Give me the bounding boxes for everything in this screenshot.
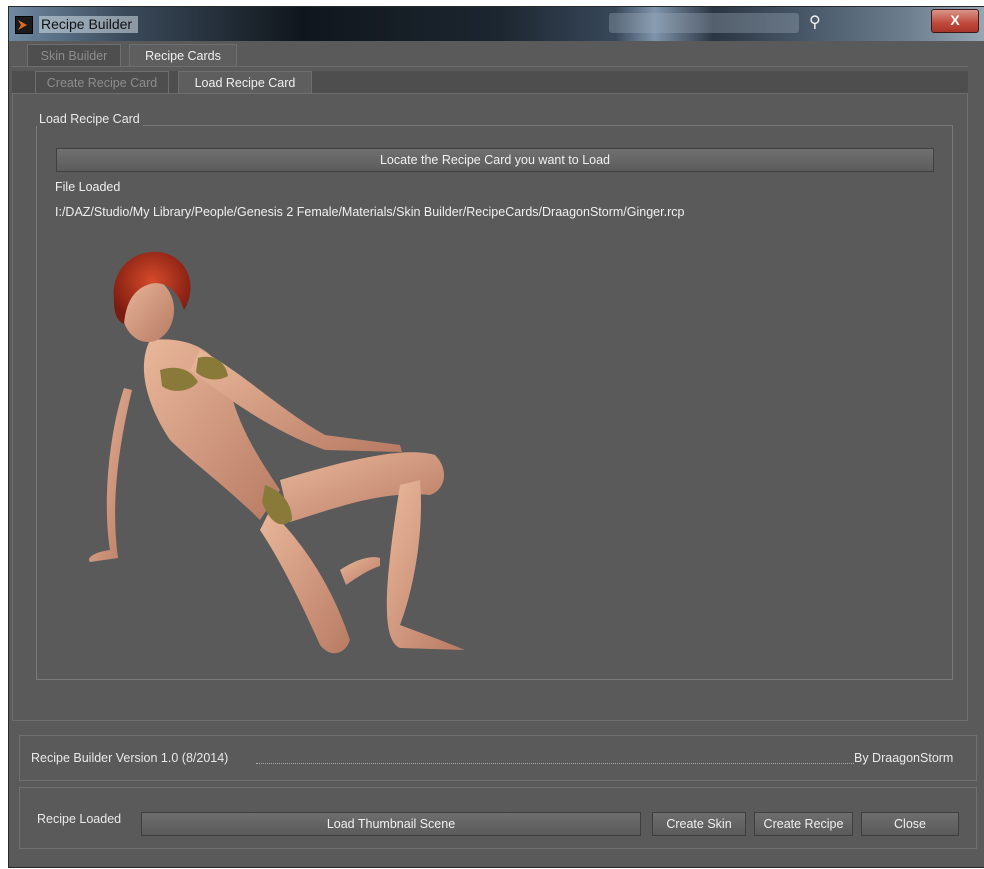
version-label: Recipe Builder Version 1.0 (8/2014) bbox=[31, 751, 229, 765]
title-bar-search-field bbox=[609, 13, 799, 33]
file-path-value: I:/DAZ/Studio/My Library/People/Genesis … bbox=[55, 205, 685, 219]
tab-create-recipe-card[interactable]: Create Recipe Card bbox=[35, 71, 169, 93]
close-button[interactable]: Close bbox=[861, 812, 959, 836]
tab-recipe-cards[interactable]: Recipe Cards bbox=[129, 44, 237, 66]
load-thumbnail-scene-button[interactable]: Load Thumbnail Scene bbox=[141, 812, 641, 836]
group-title: Load Recipe Card bbox=[36, 112, 143, 126]
create-recipe-button[interactable]: Create Recipe bbox=[754, 812, 853, 836]
status-dotted-leader bbox=[256, 763, 854, 764]
locate-recipe-card-button[interactable]: Locate the Recipe Card you want to Load bbox=[56, 148, 934, 172]
search-icon: ⚲ bbox=[809, 14, 821, 31]
file-loaded-label: File Loaded bbox=[55, 180, 121, 194]
tab-skin-builder[interactable]: Skin Builder bbox=[27, 44, 121, 66]
daz-logo-icon bbox=[15, 16, 33, 34]
tab-load-recipe-card[interactable]: Load Recipe Card bbox=[178, 71, 312, 93]
recipe-loaded-label: Recipe Loaded bbox=[37, 812, 122, 826]
window-title: Recipe Builder bbox=[39, 16, 139, 33]
close-icon[interactable]: X bbox=[931, 9, 979, 33]
create-skin-button[interactable]: Create Skin bbox=[652, 812, 746, 836]
author-label: By DraagonStorm bbox=[854, 751, 954, 765]
title-bar[interactable]: Recipe Builder ⚲ X bbox=[9, 7, 984, 41]
recipe-thumbnail-image bbox=[80, 240, 480, 660]
